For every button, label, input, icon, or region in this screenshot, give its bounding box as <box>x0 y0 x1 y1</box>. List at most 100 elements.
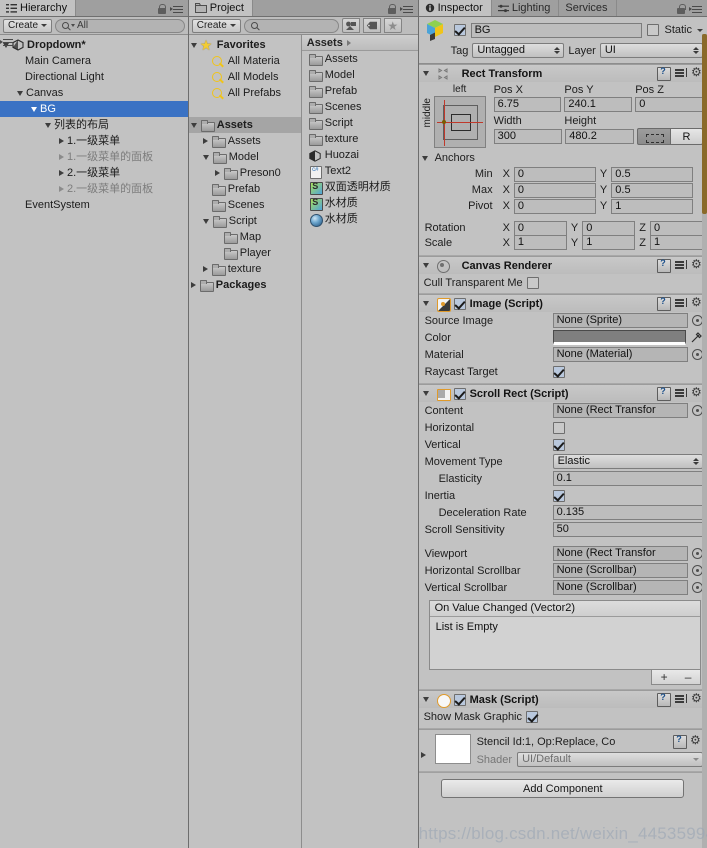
chevron-right-icon[interactable] <box>59 170 64 176</box>
color-swatch-field[interactable] <box>552 330 686 345</box>
deceleration-rate-field[interactable]: 0.135 <box>552 505 703 520</box>
chevron-down-icon[interactable] <box>422 301 429 306</box>
pivot-x-field[interactable]: 0 <box>513 198 596 214</box>
preset-icon[interactable] <box>674 387 687 400</box>
chevron-right-icon[interactable] <box>59 154 64 160</box>
project-tree-item[interactable]: Player <box>189 245 301 261</box>
project-menu-icon[interactable] <box>399 4 413 14</box>
hierarchy-item[interactable]: Canvas <box>0 85 188 101</box>
project-tree-item[interactable]: All Models <box>189 69 301 85</box>
scale-x-field[interactable]: 1 <box>513 235 567 250</box>
project-content-item[interactable]: texture <box>302 131 418 147</box>
hierarchy-item[interactable]: 1.一级菜单的面板 <box>0 149 188 165</box>
project-search-input[interactable] <box>243 18 339 33</box>
hierarchy-search-input[interactable]: All <box>55 18 185 33</box>
hierarchy-item[interactable]: 列表的布局 <box>0 117 188 133</box>
project-content-item[interactable]: Huozai <box>302 147 418 163</box>
movement-type-dropdown[interactable]: Elastic <box>552 454 703 469</box>
tab-inspector[interactable]: Inspector <box>418 0 492 16</box>
shader-dropdown[interactable]: UI/Default <box>517 752 703 767</box>
hierarchy-item[interactable]: 1.一级菜单 <box>0 133 188 149</box>
lock-icon[interactable] <box>157 3 167 14</box>
project-breadcrumb[interactable]: Assets <box>301 35 418 51</box>
raw-edit-mode-button[interactable]: R <box>670 128 704 145</box>
chevron-right-icon[interactable] <box>202 138 208 144</box>
canvas-renderer-header[interactable]: Canvas Renderer <box>418 257 707 274</box>
rotation-y-field[interactable]: 0 <box>582 220 636 236</box>
static-checkbox[interactable] <box>647 24 660 36</box>
gameobject-name-field[interactable]: BG <box>470 22 643 38</box>
help-icon[interactable] <box>657 258 671 273</box>
project-tree-item[interactable]: Model <box>189 149 301 165</box>
inspector-menu-icon[interactable] <box>689 4 702 14</box>
help-icon[interactable] <box>657 692 671 707</box>
chevron-right-icon[interactable] <box>420 752 426 758</box>
project-tree-item[interactable]: Scenes <box>189 197 301 213</box>
favorite-star-icon[interactable]: ★ <box>383 18 402 33</box>
chevron-right-icon[interactable] <box>202 266 208 272</box>
scroll-sensitivity-field[interactable]: 50 <box>552 522 703 537</box>
inspector-scrollbar-thumb[interactable] <box>702 34 707 214</box>
chevron-right-icon[interactable] <box>190 282 196 288</box>
hierarchy-item[interactable]: 2.一级菜单 <box>0 165 188 181</box>
lock-icon[interactable] <box>387 3 397 14</box>
rotation-x-field[interactable]: 0 <box>513 220 567 236</box>
tab-project[interactable]: Project <box>188 0 253 16</box>
scale-y-field[interactable]: 1 <box>582 235 636 250</box>
rect-transform-header[interactable]: Rect Transform <box>418 65 707 82</box>
tab-lighting[interactable]: Lighting <box>491 0 560 16</box>
gameobject-active-checkbox[interactable] <box>453 24 466 36</box>
project-tree-item[interactable]: All Materia <box>189 53 301 69</box>
width-field[interactable]: 300 <box>493 129 563 144</box>
help-icon[interactable] <box>657 66 671 81</box>
mask-enabled-checkbox[interactable] <box>453 693 466 706</box>
project-content-item[interactable]: 水材质 <box>302 195 418 211</box>
project-content-item[interactable]: Text2 <box>302 163 418 179</box>
pos-x-field[interactable]: 6.75 <box>493 97 562 112</box>
vertical-checkbox[interactable] <box>552 438 565 451</box>
project-tree-item[interactable]: Favorites <box>189 37 301 54</box>
horizontal-scrollbar-field[interactable]: None (Scrollbar) <box>552 563 688 578</box>
project-tree-item[interactable] <box>189 101 301 117</box>
pivot-y-field[interactable]: 1 <box>611 198 694 214</box>
chevron-right-icon[interactable] <box>59 138 64 144</box>
hierarchy-item[interactable]: Directional Light <box>0 69 188 85</box>
pos-z-field[interactable]: 0 <box>635 97 704 112</box>
raycast-target-checkbox[interactable] <box>552 365 565 378</box>
project-content-item[interactable]: Model <box>302 67 418 83</box>
add-component-button[interactable]: Add Component <box>441 779 685 798</box>
help-icon[interactable] <box>657 386 671 401</box>
hierarchy-scene-row[interactable]: Dropdown* <box>0 37 188 53</box>
pos-y-field[interactable]: 240.1 <box>564 97 633 112</box>
anchor-min-x-field[interactable]: 0 <box>513 166 596 182</box>
project-tree-item[interactable]: Map <box>189 229 301 245</box>
help-icon[interactable] <box>673 734 687 749</box>
horizontal-checkbox[interactable] <box>552 421 565 434</box>
project-tree-item[interactable]: Script <box>189 213 301 229</box>
anchors-chevron-down-icon[interactable] <box>421 155 428 161</box>
project-content-item[interactable]: Prefab <box>302 83 418 99</box>
project-content-item[interactable]: Scenes <box>302 99 418 115</box>
remove-event-button[interactable]: – <box>685 670 692 684</box>
anchor-max-y-field[interactable]: 0.5 <box>611 182 694 198</box>
hierarchy-item[interactable]: Main Camera <box>0 53 188 69</box>
mask-header[interactable]: Mask (Script) <box>418 691 707 708</box>
hierarchy-item[interactable]: 2.一级菜单的面板 <box>0 181 188 197</box>
chevron-down-icon[interactable] <box>202 218 209 224</box>
project-tree-item[interactable]: All Prefabs <box>189 85 301 101</box>
preset-icon[interactable] <box>674 297 687 310</box>
lock-icon[interactable] <box>677 3 686 14</box>
chevron-down-icon[interactable] <box>190 42 197 48</box>
project-create-button[interactable]: Create <box>191 18 241 33</box>
chevron-down-icon[interactable] <box>17 90 23 96</box>
chevron-down-icon[interactable] <box>45 122 51 128</box>
anchor-max-x-field[interactable]: 0 <box>513 182 596 198</box>
project-tree-item[interactable]: Prefab <box>189 181 301 197</box>
chevron-right-icon[interactable] <box>214 170 220 176</box>
height-field[interactable]: 480.2 <box>565 129 635 144</box>
tab-hierarchy[interactable]: Hierarchy <box>0 0 77 16</box>
hierarchy-create-button[interactable]: Create <box>3 18 53 33</box>
hierarchy-tree[interactable]: Dropdown* Main Camera Directional Light Ca… <box>0 35 188 848</box>
chevron-down-icon[interactable] <box>422 391 429 396</box>
scroll-rect-header[interactable]: Scroll Rect (Script) <box>418 385 707 402</box>
